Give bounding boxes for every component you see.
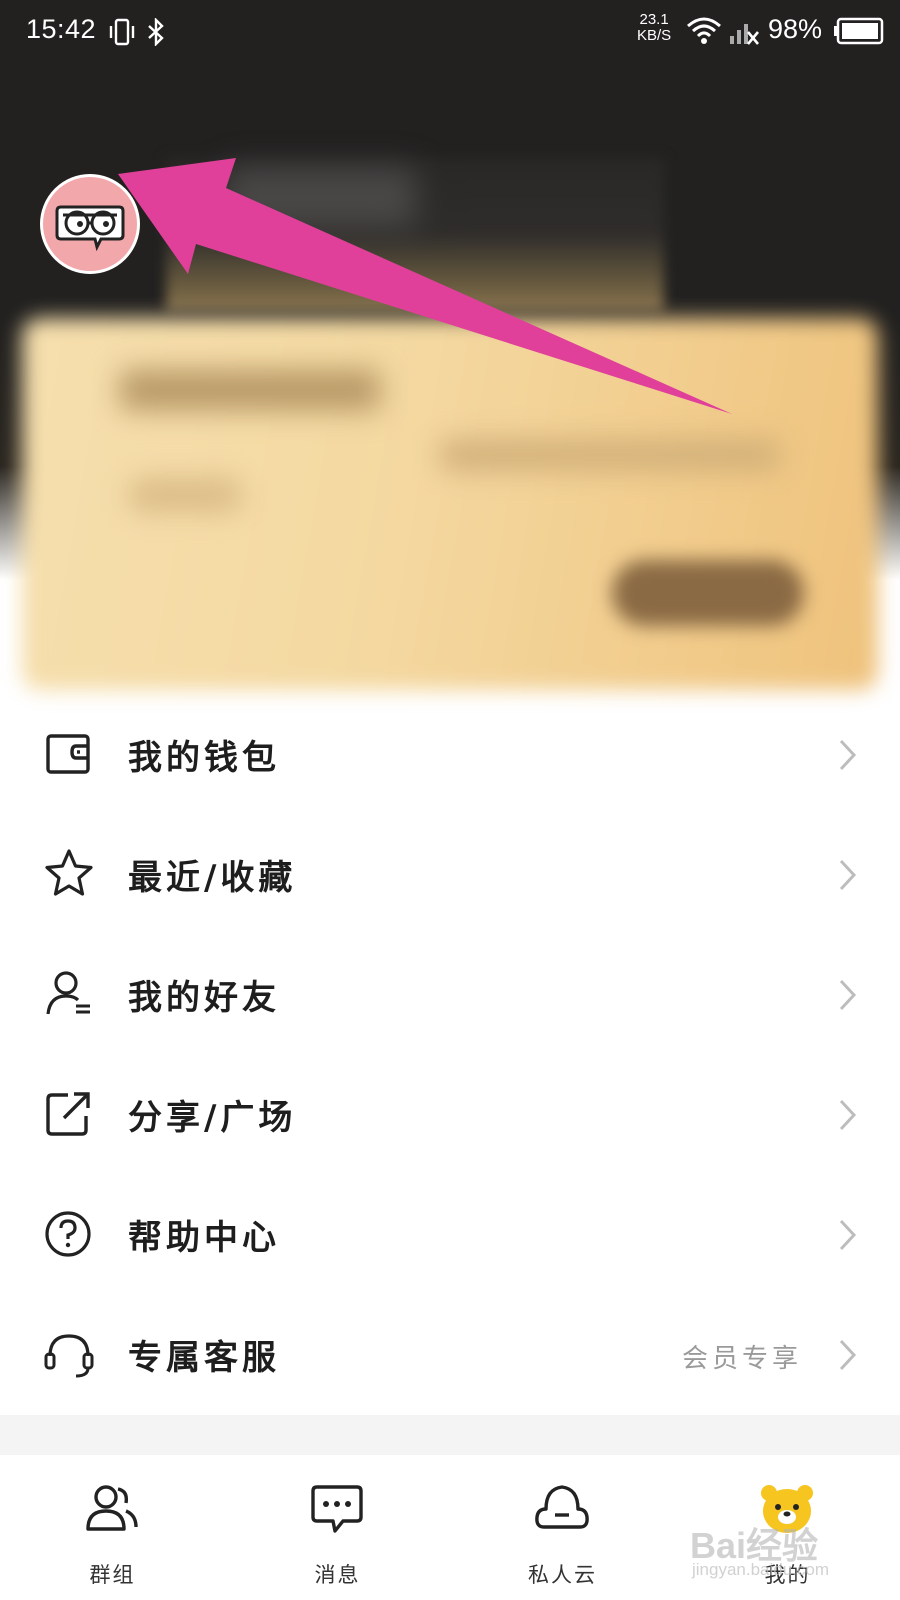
cloud-icon	[535, 1485, 589, 1529]
chevron-right-icon	[839, 1219, 857, 1251]
section-divider	[0, 1415, 900, 1455]
star-icon	[45, 849, 93, 896]
question-circle-icon	[45, 1211, 91, 1257]
menu-item-recent-favorites[interactable]: 最近/收藏	[0, 814, 900, 934]
chevron-right-icon	[839, 1339, 857, 1371]
tab-label: 私人云	[528, 1563, 597, 1587]
chevron-right-icon	[839, 739, 857, 771]
group-icon	[86, 1485, 138, 1531]
menu-item-friends[interactable]: 我的好友	[0, 934, 900, 1054]
tab-label: 消息	[314, 1563, 361, 1587]
menu-item-help-center[interactable]: 帮助中心	[0, 1174, 900, 1294]
menu-item-label: 专属客服	[128, 1338, 280, 1378]
tab-messages[interactable]: 消息	[225, 1455, 450, 1600]
menu-item-label: 最近/收藏	[128, 858, 297, 898]
chevron-right-icon	[839, 979, 857, 1011]
tab-label: 群组	[89, 1563, 136, 1587]
share-out-icon	[46, 1092, 90, 1136]
chevron-right-icon	[839, 859, 857, 891]
menu-item-exclusive-service[interactable]: 专属客服 会员专享	[0, 1294, 900, 1414]
person-list-icon	[46, 971, 90, 1015]
tab-groups[interactable]: 群组	[0, 1455, 225, 1600]
message-icon	[311, 1485, 363, 1533]
menu-item-label: 帮助中心	[128, 1218, 280, 1258]
menu-item-label: 我的好友	[128, 978, 280, 1018]
headset-icon	[44, 1334, 94, 1378]
watermark-url: jingyan.baidu.com	[692, 1560, 830, 1579]
annotation-arrow	[118, 158, 732, 414]
menu-item-share-square[interactable]: 分享/广场	[0, 1054, 900, 1174]
tab-private-cloud[interactable]: 私人云	[450, 1455, 675, 1600]
menu-item-wallet[interactable]: 我的钱包	[0, 694, 900, 814]
menu-list: 我的钱包 最近/收藏 我的好友 分享/广场 帮助中心 专属客服 会员专享	[0, 694, 900, 1414]
menu-item-label: 我的钱包	[128, 738, 280, 778]
wallet-icon	[46, 734, 90, 774]
chevron-right-icon	[839, 1099, 857, 1131]
menu-item-label: 分享/广场	[128, 1098, 297, 1138]
member-exclusive-tag: 会员专享	[681, 1344, 802, 1374]
